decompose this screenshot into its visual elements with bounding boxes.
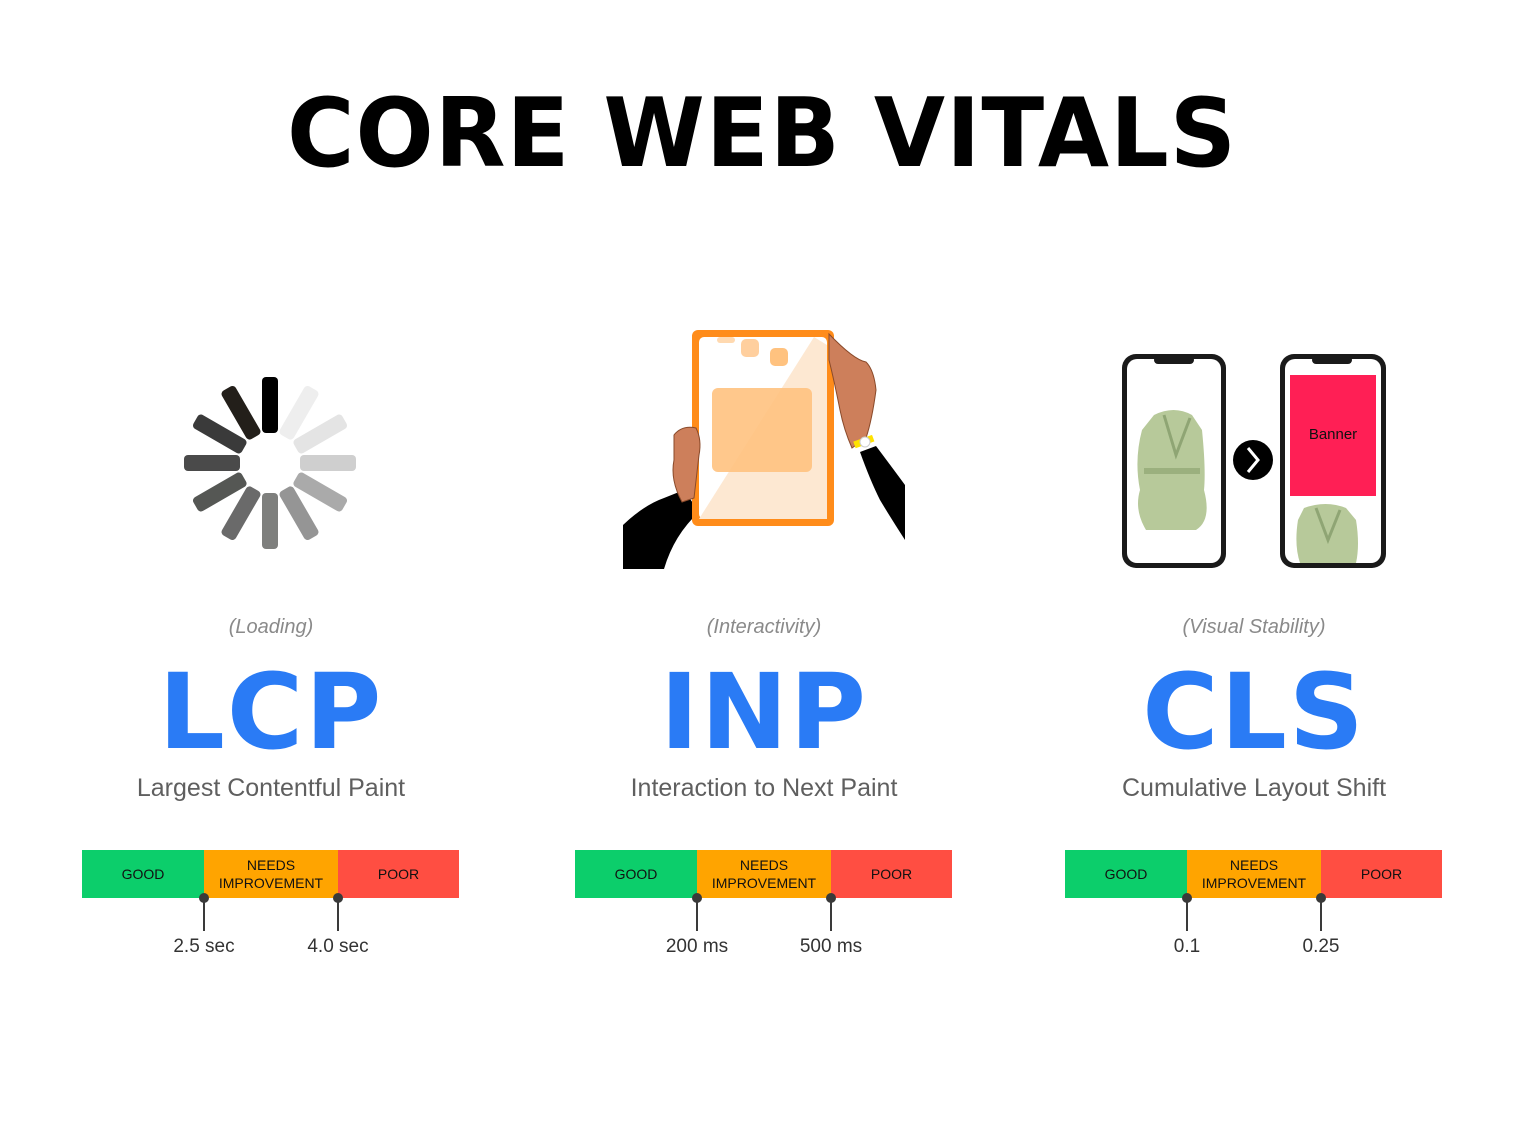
scale-good: GOOD <box>1065 850 1187 898</box>
metric-category: (Interactivity) <box>706 616 822 638</box>
metric-full-name: Cumulative Layout Shift <box>1121 774 1387 802</box>
metric-acronym: LCP <box>158 651 384 773</box>
threshold-marker <box>333 893 343 933</box>
threshold-marker <box>692 893 702 933</box>
scale-good: GOOD <box>82 850 204 898</box>
scale-poor: POOR <box>831 850 952 898</box>
phone-layout-shift-icon <box>1122 354 1386 568</box>
threshold-scale: GOOD NEEDS IMPROVEMENT POOR <box>575 850 952 898</box>
threshold-label-good: 200 ms <box>665 936 729 957</box>
scale-poor: POOR <box>338 850 459 898</box>
loading-spinner-icon <box>184 377 356 549</box>
threshold-label-poor: 500 ms <box>799 936 863 957</box>
metric-inp: (Interactivity) INP Interaction to Next … <box>524 0 1004 1140</box>
metric-acronym: CLS <box>1142 651 1366 773</box>
threshold-label-poor: 4.0 sec <box>307 936 369 957</box>
banner-label: Banner <box>1308 426 1358 443</box>
scale-needs-improvement: NEEDS IMPROVEMENT <box>697 850 831 898</box>
metric-full-name: Interaction to Next Paint <box>630 774 898 802</box>
threshold-marker <box>1316 893 1326 933</box>
scale-needs-line1: NEEDS <box>739 857 789 873</box>
scale-poor: POOR <box>1321 850 1442 898</box>
threshold-scale: GOOD NEEDS IMPROVEMENT POOR <box>82 850 459 898</box>
hands-tapping-tablet-icon <box>623 330 905 569</box>
threshold-marker <box>199 893 209 933</box>
scale-needs-line2: IMPROVEMENT <box>218 875 324 891</box>
threshold-label-good: 2.5 sec <box>173 936 235 957</box>
threshold-scale: GOOD NEEDS IMPROVEMENT POOR <box>1065 850 1442 898</box>
metric-lcp: (Loading) LCP Largest Contentful Paint G… <box>31 0 511 1140</box>
threshold-marker <box>1182 893 1192 933</box>
scale-needs-line1: NEEDS <box>1229 857 1279 873</box>
metric-category: (Loading) <box>228 616 314 638</box>
metric-category: (Visual Stability) <box>1182 616 1326 638</box>
threshold-label-poor: 0.25 <box>1302 936 1340 957</box>
metric-full-name: Largest Contentful Paint <box>136 774 406 802</box>
scale-needs-line1: NEEDS <box>246 857 296 873</box>
scale-good: GOOD <box>575 850 697 898</box>
scale-needs-line2: IMPROVEMENT <box>1201 875 1307 891</box>
scale-needs-improvement: NEEDS IMPROVEMENT <box>204 850 338 898</box>
threshold-marker <box>826 893 836 933</box>
threshold-label-good: 0.1 <box>1173 936 1201 957</box>
scale-needs-improvement: NEEDS IMPROVEMENT <box>1187 850 1321 898</box>
scale-needs-line2: IMPROVEMENT <box>711 875 817 891</box>
metric-acronym: INP <box>660 651 868 773</box>
metric-cls: Banner (Visual Stability) CLS Cumulative… <box>1014 0 1494 1140</box>
